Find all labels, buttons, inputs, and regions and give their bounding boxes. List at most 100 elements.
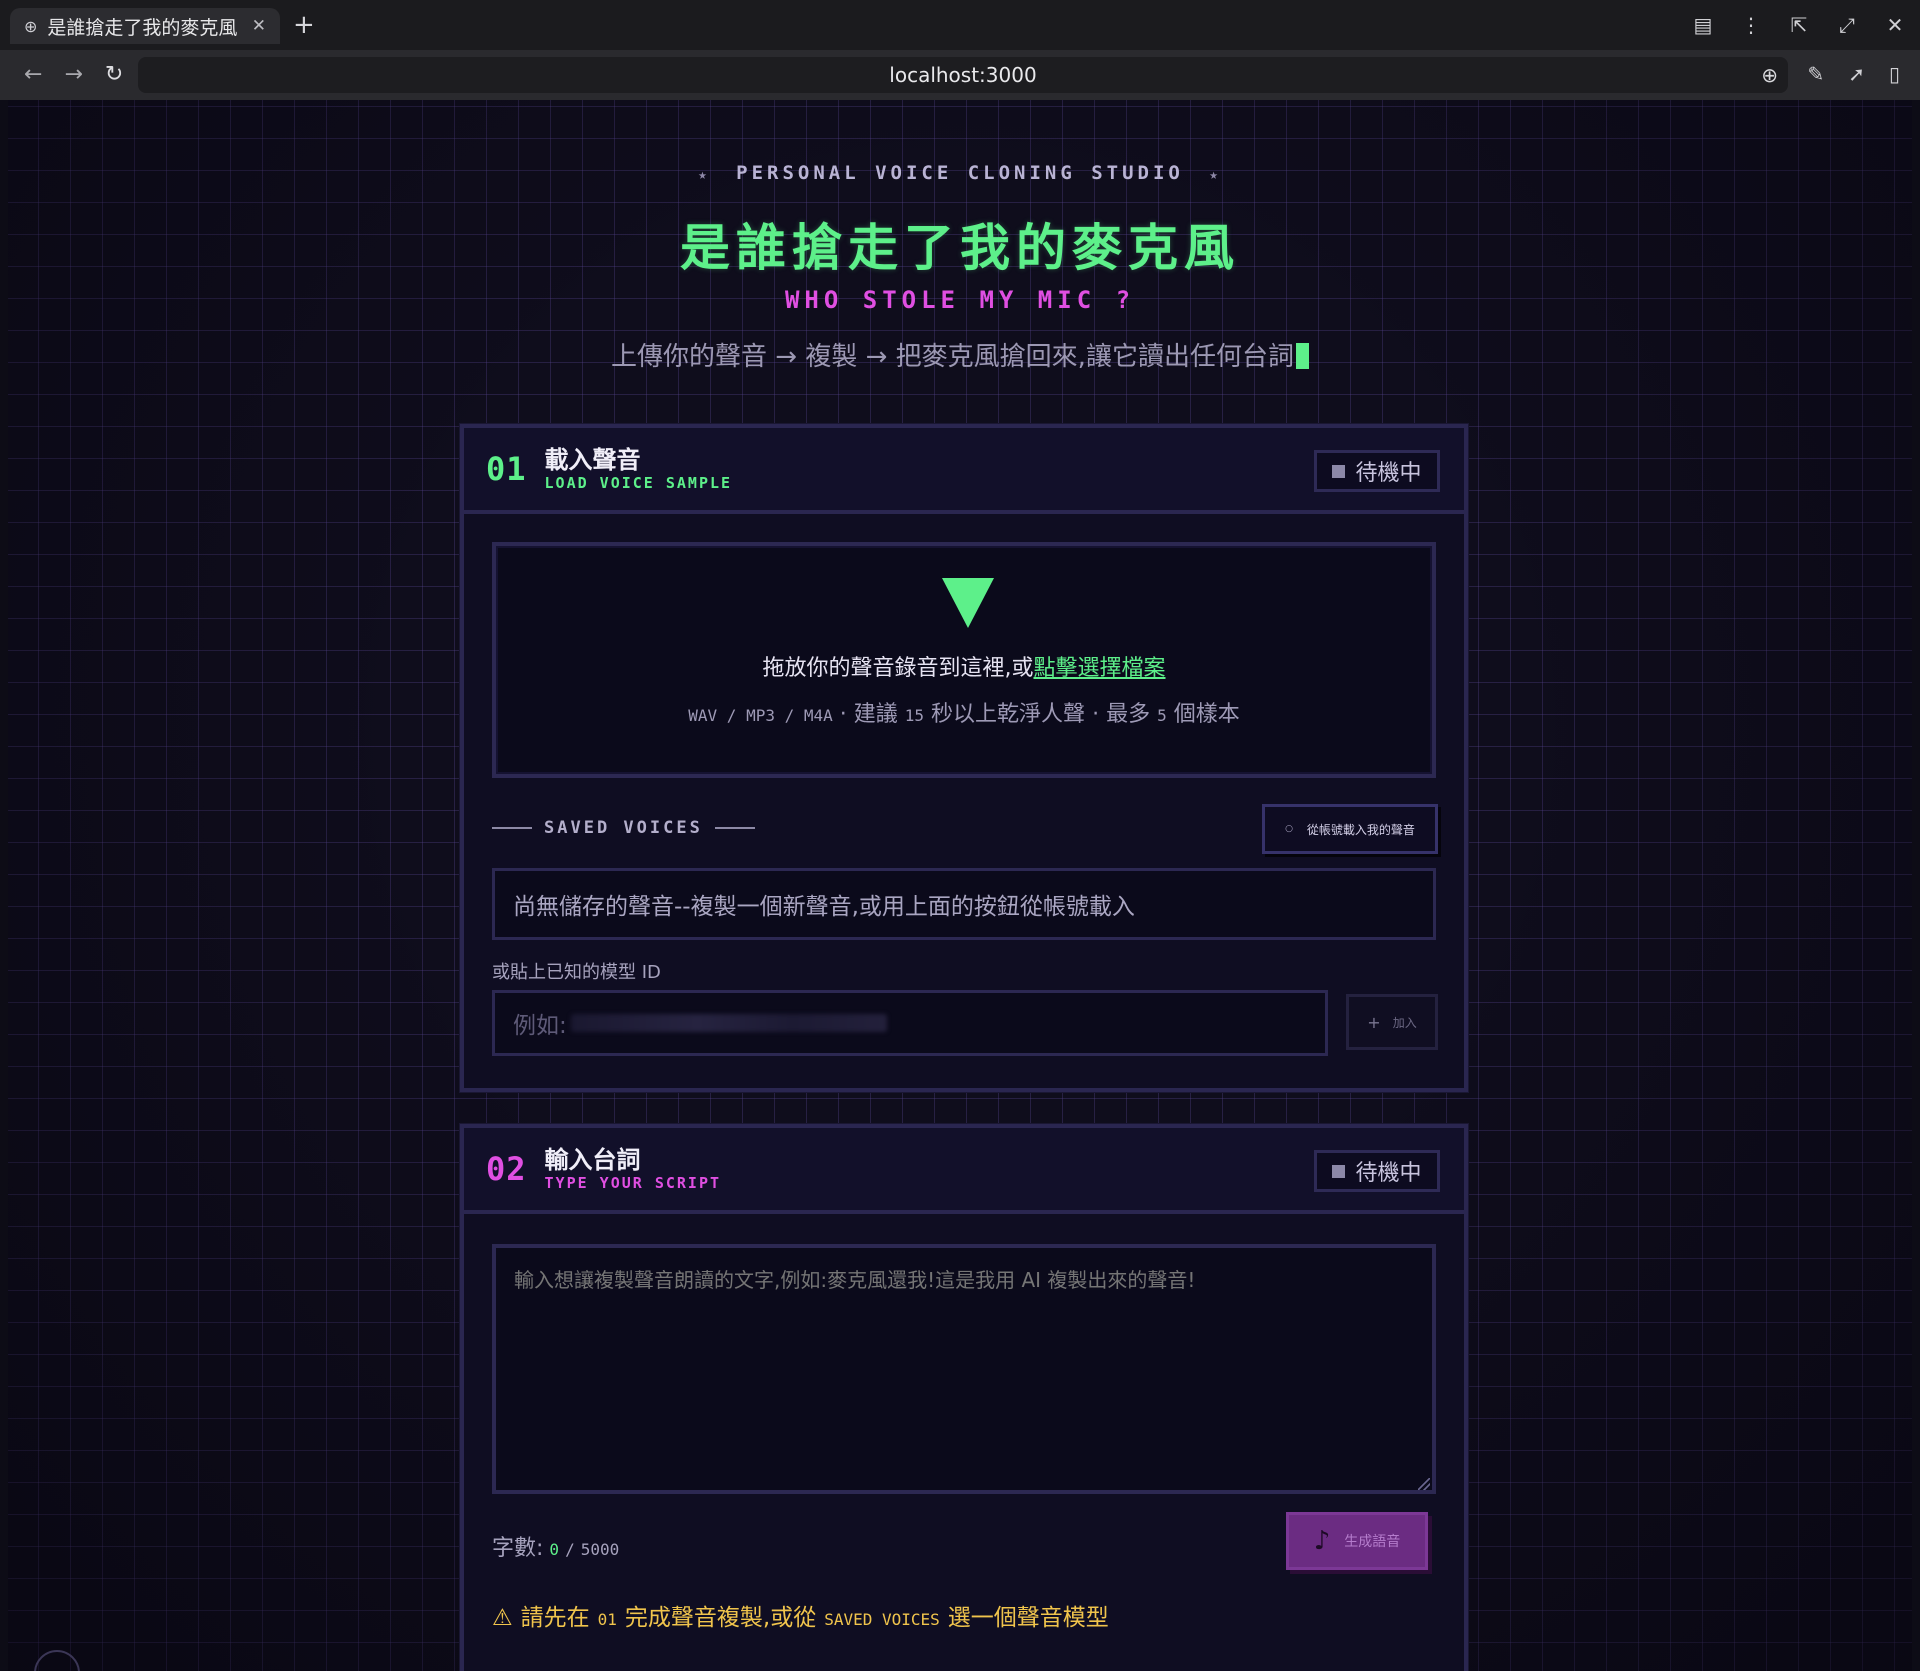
step2-header: 02 輸入台詞 TYPE YOUR SCRIPT 待機中 [464,1128,1464,1214]
status-square-icon [1332,464,1346,478]
hint-max-tail: 個樣本 [1173,702,1240,727]
step2-status-badge: 待機中 [1314,1150,1440,1192]
char-count-label: 字數: [492,1536,544,1561]
warning-pre: 請先在 [520,1605,590,1631]
generate-speech-label: 生成語音 [1344,1534,1401,1550]
choose-file-link[interactable]: 點擊選擇檔案 [1033,656,1165,681]
step2-status-text: 待機中 [1355,1161,1422,1186]
model-id-label: 或貼上已知的模型 ID [492,962,661,983]
step1-title-en: LOAD VOICE SAMPLE [544,474,733,492]
step1-title: 載入聲音 [544,446,641,474]
char-count-current: 0 [549,1540,560,1559]
step2-number: 02 [486,1150,527,1188]
plus-icon: + [1367,1012,1381,1032]
nav-right-tools: ✎ ➚ ▯ [1807,62,1900,86]
hint-suggest: 建議 [853,702,898,727]
warning-post: 選一個聲音模型 [947,1605,1109,1631]
open-external-icon[interactable]: ⇱ [1788,13,1810,37]
forward-icon[interactable]: → [64,62,82,87]
model-id-input[interactable]: 例如: [492,990,1328,1056]
sidebar-icon[interactable]: ▤ [1692,13,1714,37]
load-from-account-button[interactable]: ○ 從帳號載入我的聲音 [1262,804,1438,854]
window-controls: ▤ ⋮ ⇱ ⤢ ✕ [1692,13,1906,37]
device-icon[interactable]: ▯ [1889,62,1900,86]
url-text: localhost:3000 [889,63,1037,87]
address-bar[interactable]: localhost:3000 ⊕ [138,57,1788,93]
close-tab-icon[interactable]: ✕ [252,16,266,36]
dropzone-prompt: 拖放你的聲音錄音到這裡,或 [762,656,1034,681]
music-note-icon: ♪ [1313,1526,1331,1556]
corner-circle [34,1650,80,1671]
page-subtitle: WHO STOLE MY MIC ? [784,286,1136,314]
step2-title: 輸入台詞 [544,1146,641,1174]
step1-status-badge: 待機中 [1314,450,1440,492]
page-title: 是誰搶走了我的麥克風 [680,219,1240,277]
step2-titles: 輸入台詞 TYPE YOUR SCRIPT [545,1146,722,1192]
status-square-icon [1332,1164,1346,1178]
load-from-account-label: 從帳號載入我的聲音 [1306,822,1415,837]
browser-chrome: ⊕ 是誰搶走了我的麥克風 ✕ + ▤ ⋮ ⇱ ⤢ ✕ ← → ↻ localho… [0,0,1920,100]
warning-saved: SAVED VOICES [824,1610,940,1629]
pencil-icon[interactable]: ✎ [1807,62,1824,86]
menu-icon[interactable]: ⋮ [1740,13,1762,37]
hint-formats: WAV / MP3 / M4A [688,706,833,725]
close-window-icon[interactable]: ✕ [1884,13,1906,37]
upload-dropzone[interactable]: 拖放你的聲音錄音到這裡,或點擊選擇檔案 WAV / MP3 / M4A · 建議… [492,542,1436,778]
step1-number: 01 [486,450,527,488]
generate-speech-button[interactable]: ♪ 生成語音 [1286,1512,1428,1570]
hint-separator: · [1092,702,1100,727]
char-count-max: 5000 [580,1540,620,1559]
step2-panel: 02 輸入台詞 TYPE YOUR SCRIPT 待機中 字數: 0 / 500… [460,1124,1468,1671]
hint-suggest-tail: 秒以上乾淨人聲 [931,702,1086,727]
tab-title: 是誰搶走了我的麥克風 [47,16,238,39]
eyebrow: ★ PERSONAL VOICE CLONING STUDIO ★ [8,162,1912,184]
reload-icon[interactable]: ↻ [105,62,123,87]
step1-header: 01 載入聲音 LOAD VOICE SAMPLE 待機中 [464,428,1464,514]
add-model-label: 加入 [1392,1015,1417,1030]
tab-bar: ⊕ 是誰搶走了我的麥克風 ✕ + ▤ ⋮ ⇱ ⤢ ✕ [0,0,1920,50]
char-count-sep: / [565,1540,575,1559]
step1-titles: 載入聲音 LOAD VOICE SAMPLE [545,446,733,492]
warning-step: 01 [597,1610,617,1629]
model-id-placeholder: 例如: [513,1013,567,1039]
step1-panel: 01 載入聲音 LOAD VOICE SAMPLE 待機中 拖放你的聲音錄音到這… [460,424,1468,1092]
divider [714,827,755,829]
eyebrow-text: PERSONAL VOICE CLONING STUDIO [736,162,1184,184]
cursor-block [1295,343,1309,369]
divider [492,827,532,829]
saved-voices-empty: 尚無儲存的聲音--複製一個新聲音,或用上面的按鈕從帳號載入 [492,868,1436,940]
dropzone-hint: WAV / MP3 / M4A · 建議 15 秒以上乾淨人聲 · 最多 5 個… [496,696,1432,728]
saved-voices-text: SAVED VOICES [544,818,703,838]
tagline-text: 上傳你的聲音 → 複製 → 把麥克風搶回來,讓它讀出任何台詞 [611,342,1294,372]
back-icon[interactable]: ← [24,62,42,87]
step1-status-text: 待機中 [1355,461,1422,486]
hint-seconds: 15 [904,706,925,725]
hint-separator: · [839,702,847,727]
circle-icon: ○ [1285,824,1293,834]
add-model-button[interactable]: + 加入 [1346,994,1438,1050]
warning-mid: 完成聲音複製,或從 [624,1605,817,1631]
script-textarea[interactable] [492,1244,1436,1494]
page: ★ PERSONAL VOICE CLONING STUDIO ★ 是誰搶走了我… [8,100,1912,1671]
globe-icon: ⊕ [24,16,38,36]
char-count: 字數: 0 / 5000 [492,1530,619,1562]
nav-bar: ← → ↻ localhost:3000 ⊕ ✎ ➚ ▯ [0,50,1920,100]
dropzone-text: 拖放你的聲音錄音到這裡,或點擊選擇檔案 [496,650,1432,682]
star-icon: ★ [698,167,711,183]
site-info-icon[interactable]: ⊕ [1761,63,1778,87]
star-icon: ★ [1209,167,1222,183]
new-tab-button[interactable]: + [293,10,315,40]
tagline: 上傳你的聲音 → 複製 → 把麥克風搶回來,讓它讀出任何台詞 [8,336,1912,373]
warning-icon: ⚠ [492,1605,513,1631]
pointer-icon[interactable]: ➚ [1848,62,1865,86]
fullscreen-icon[interactable]: ⤢ [1836,13,1858,37]
hint-max-count: 5 [1157,706,1167,725]
saved-voices-label: SAVED VOICES [492,818,755,838]
nav-buttons: ← → ↻ [24,62,123,87]
hint-max: 最多 [1106,702,1151,727]
step2-title-en: TYPE YOUR SCRIPT [544,1174,722,1192]
resize-handle[interactable] [1418,1478,1430,1490]
browser-tab[interactable]: ⊕ 是誰搶走了我的麥克風 ✕ [10,8,280,44]
redacted-example [570,1014,887,1032]
down-triangle-icon [942,578,994,628]
